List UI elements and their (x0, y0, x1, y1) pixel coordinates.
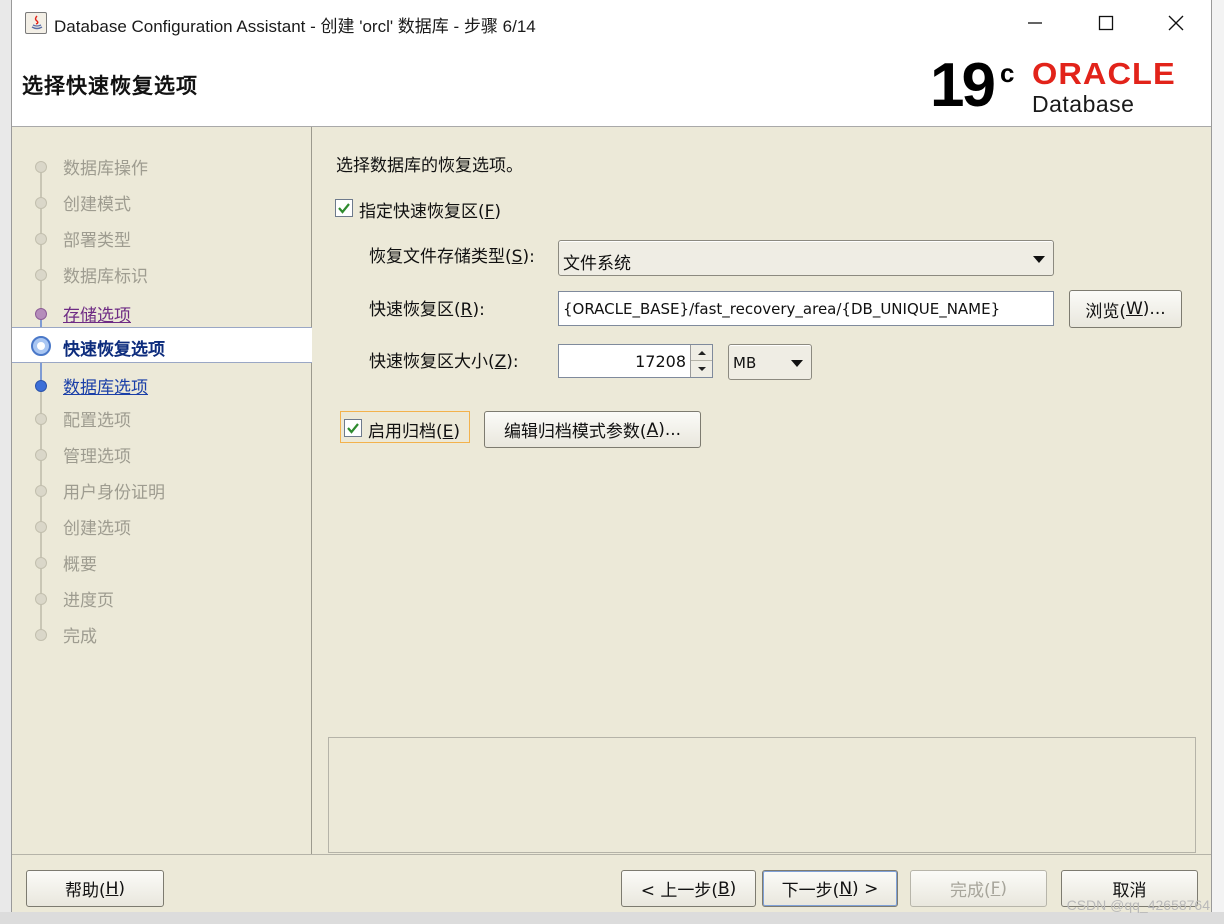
storage-type-value: 文件系统 (563, 254, 631, 274)
back-button[interactable]: < 上一步(B) (621, 870, 756, 907)
step-marker-icon (35, 269, 47, 281)
step-navigator: 数据库操作创建模式部署类型数据库标识存储选项快速恢复选项 数据库选项配置选项管理选… (12, 127, 312, 854)
fra-location-input[interactable] (559, 292, 1053, 325)
desktop-background-bottom (0, 912, 1224, 924)
intro-text: 选择数据库的恢复选项。 (336, 156, 523, 176)
nav-step-item[interactable]: 存储选项 (12, 294, 312, 330)
logo-brand: ORACLE (1032, 56, 1176, 91)
fra-size-unit-select[interactable]: MB (728, 344, 812, 380)
nav-step-item: 数据库操作 (12, 147, 312, 183)
dbca-window: Database Configuration Assistant - 创建 'o… (11, 0, 1212, 912)
wizard-footer: 帮助(H) < 上一步(B) 下一步(N) > 完成(F) 取消 (12, 854, 1211, 912)
step-header: 选择快速恢复选项 19 c ORACLE Database (12, 46, 1211, 127)
nav-step-item: 部署类型 (12, 219, 312, 255)
nav-step-label: 进度页 (63, 591, 114, 611)
fra-location-field[interactable] (558, 291, 1054, 326)
nav-step-label: 创建模式 (63, 195, 131, 215)
step-marker-icon (35, 197, 47, 209)
desktop-background-right (1212, 0, 1224, 924)
nav-step-label: 部署类型 (63, 231, 131, 251)
nav-step-label: 存储选项 (63, 306, 131, 326)
nav-step-item: 管理选项 (12, 435, 312, 471)
step-marker-icon (35, 449, 47, 461)
storage-type-label: 恢复文件存储类型(S): (369, 247, 535, 267)
step-marker-icon (35, 557, 47, 569)
browse-button[interactable]: 浏览(W)... (1069, 290, 1182, 328)
csdn-watermark: CSDN @qq_42658764 (1066, 897, 1210, 913)
storage-type-select[interactable]: 文件系统 (558, 240, 1054, 276)
step-marker-icon (35, 308, 47, 320)
nav-step-item[interactable]: 数据库选项 (12, 366, 312, 402)
step-marker-icon (35, 593, 47, 605)
window-title: Database Configuration Assistant - 创建 'o… (54, 17, 536, 36)
nav-step-label: 数据库标识 (63, 267, 148, 287)
wizard-body: 数据库操作创建模式部署类型数据库标识存储选项快速恢复选项 数据库选项配置选项管理选… (12, 127, 1211, 854)
fra-location-label: 快速恢复区(R): (369, 300, 485, 320)
nav-step-label: 数据库选项 (63, 378, 148, 398)
nav-step-item: 创建模式 (12, 183, 312, 219)
next-button[interactable]: 下一步(N) > (762, 870, 898, 907)
nav-step-item: 完成 (12, 615, 312, 651)
step-marker-icon (35, 629, 47, 641)
fra-checkbox[interactable] (335, 199, 353, 217)
nav-step-item: 概要 (12, 543, 312, 579)
minimize-icon[interactable] (1000, 0, 1070, 46)
step-marker-icon (35, 380, 47, 392)
nav-step-label: 快速恢复选项 (63, 340, 165, 360)
help-button[interactable]: 帮助(H) (26, 870, 164, 907)
nav-step-label: 配置选项 (63, 411, 131, 431)
edit-archive-params-button[interactable]: 编辑归档模式参数(A)... (484, 411, 701, 448)
nav-step-label: 管理选项 (63, 447, 131, 467)
archive-checkbox-label[interactable]: 启用归档(E) (368, 417, 460, 442)
nav-step-label: 用户身份证明 (63, 483, 165, 503)
logo-product: Database (1032, 91, 1135, 117)
title-bar[interactable]: Database Configuration Assistant - 创建 'o… (12, 0, 1211, 46)
fra-checkbox-label[interactable]: 指定快速恢复区(F) (359, 197, 501, 222)
nav-step-item: 数据库标识 (12, 255, 312, 291)
maximize-icon[interactable] (1071, 0, 1141, 46)
nav-step-label: 创建选项 (63, 519, 131, 539)
step-marker-icon (35, 413, 47, 425)
step-marker-icon (31, 336, 51, 356)
nav-step-label: 完成 (63, 627, 97, 647)
stepper-up-icon[interactable] (691, 345, 712, 361)
page-title: 选择快速恢复选项 (22, 74, 198, 98)
archive-checkbox[interactable] (344, 419, 362, 437)
java-app-icon (25, 12, 47, 34)
nav-step-label: 数据库操作 (63, 159, 148, 179)
logo-version: 19 (930, 51, 996, 120)
stepper-buttons (690, 345, 712, 377)
fra-size-value: 17208 (635, 352, 686, 371)
fra-size-stepper[interactable]: 17208 (558, 344, 713, 378)
finish-button[interactable]: 完成(F) (910, 870, 1047, 907)
fra-size-unit-value: MB (733, 354, 757, 372)
stepper-down-icon[interactable] (691, 361, 712, 377)
nav-step-item: 配置选项 (12, 399, 312, 435)
step-marker-icon (35, 485, 47, 497)
message-area (328, 737, 1196, 853)
nav-step-label: 概要 (63, 555, 97, 575)
nav-step-item: 用户身份证明 (12, 471, 312, 507)
chevron-down-icon (791, 360, 803, 367)
step-marker-icon (35, 521, 47, 533)
logo-version-suffix: c (1000, 58, 1015, 88)
fra-size-label: 快速恢复区大小(Z): (369, 352, 519, 372)
nav-step-item: 进度页 (12, 579, 312, 615)
content-panel: 选择数据库的恢复选项。 指定快速恢复区(F) 恢复文件存储类型(S): 文件系统… (313, 127, 1211, 854)
close-icon[interactable] (1141, 0, 1211, 46)
step-marker-icon (35, 161, 47, 173)
chevron-down-icon (1033, 256, 1045, 263)
nav-step-item: 创建选项 (12, 507, 312, 543)
step-marker-icon (35, 233, 47, 245)
nav-step-item[interactable]: 快速恢复选项 (12, 327, 312, 363)
